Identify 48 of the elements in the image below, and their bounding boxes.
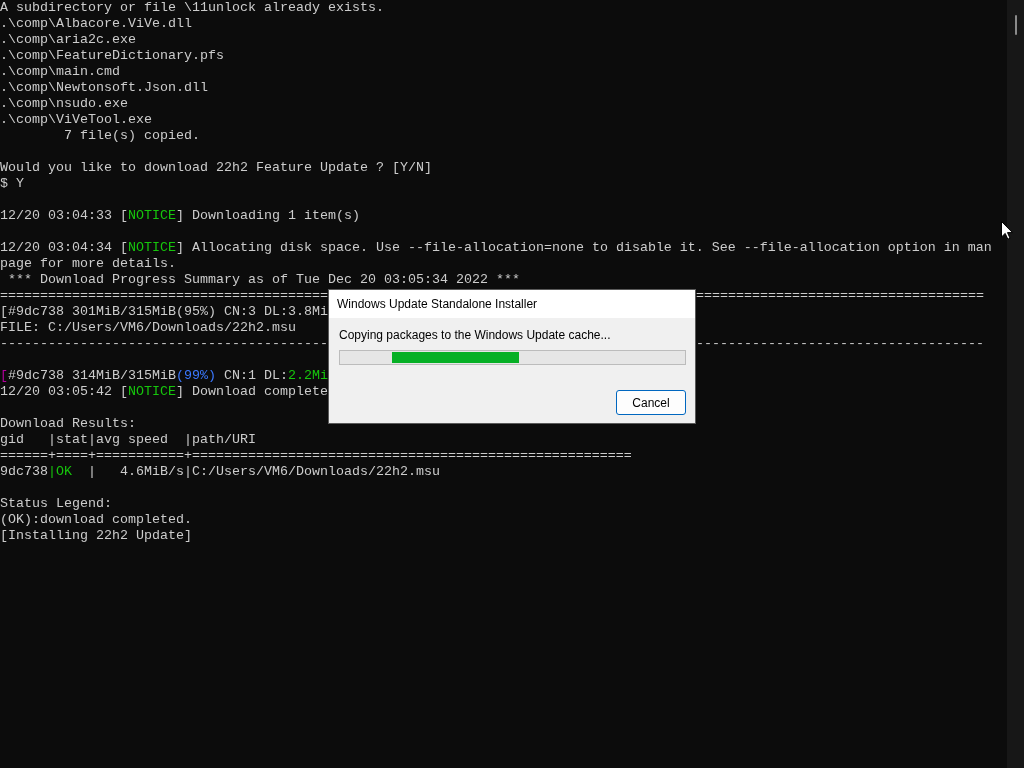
- console-text: NOTICE: [128, 240, 176, 255]
- console-text: [#9dc738 301MiB/315MiB(95%) CN:3 DL:3.8Mi: [0, 304, 328, 319]
- console-text: 9dc738: [0, 464, 48, 479]
- console-text: Would you like to download 22h2 Feature Update ? [Y/N]: [0, 160, 432, 175]
- console-text: 7 file(s) copied.: [63, 128, 200, 143]
- console-text: NOTICE: [128, 384, 176, 399]
- console-text: | 4.6MiB/s|C:/Users/VM6/Downloads/22h2.msu: [87, 464, 440, 479]
- status-message: Copying packages to the Windows Update cache...: [339, 328, 612, 342]
- dialog-title: Windows Update Standalone Installer: [337, 297, 538, 311]
- console-text: 12/20 03:04:33 [: [0, 208, 128, 223]
- console-text: ] Downloading 1 item(s): [176, 208, 360, 223]
- console-text: gid |stat|avg speed |path/URI: [0, 432, 256, 447]
- scrollbar[interactable]: [1007, 0, 1024, 768]
- console-text: ] Allocating disk space. Use --file-allocation=none to disable it. See --file-allocation option in man: [176, 240, 992, 255]
- scrollbar-thumb[interactable]: [1015, 15, 1017, 35]
- console-text: (OK):download completed.: [0, 512, 192, 527]
- console-text: -----------------------------------------: [0, 336, 328, 351]
- mouse-pointer-icon: [1001, 221, 1013, 240]
- console-text: .\comp\FeatureDictionary.pfs: [0, 48, 224, 63]
- console-text: |OK: [48, 464, 72, 479]
- console-text: *** Download Progress Summary as of Tue Dec 20 03:05:34 2022 ***: [7, 272, 520, 287]
- console-text: #9dc738 314MiB/315MiB: [8, 368, 176, 383]
- console-text: .\comp\nsudo.exe: [0, 96, 128, 111]
- console-text: .\comp\main.cmd: [0, 64, 120, 79]
- console-text: page for more details.: [0, 256, 176, 271]
- console-text: ] Download complete: [176, 384, 328, 399]
- console-text: =========================================: [0, 288, 328, 303]
- console-text: A subdirectory or file \11unlock already exists.: [0, 0, 384, 15]
- console-text: .\comp\Newtonsoft.Json.dll: [0, 80, 208, 95]
- cancel-button[interactable]: Cancel: [616, 390, 686, 415]
- console-text: Status Legend:: [0, 496, 112, 511]
- console-text: FILE: C:/Users/VM6/Downloads/22h2.msu: [0, 320, 296, 335]
- console-text: Download Results:: [0, 416, 136, 431]
- console-text: $ Y: [0, 176, 24, 191]
- console-text: .\comp\Albacore.ViVe.dll: [0, 16, 192, 31]
- console-text: (99%): [175, 368, 216, 383]
- console-text: ------------------------------------: [696, 336, 984, 352]
- console-text: [Installing 22h2 Update]: [0, 528, 192, 543]
- console-text: ======+====+===========+=======================================================: [0, 448, 632, 463]
- console-text: 12/20 03:04:34 [: [0, 240, 128, 255]
- console-text: CN:1 DL:: [222, 368, 288, 383]
- console-text: .\comp\ViVeTool.exe: [0, 112, 152, 127]
- console-text: 2.2Mi: [287, 368, 328, 383]
- console-text: [: [0, 368, 8, 383]
- console-text: .\comp\aria2c.exe: [0, 32, 136, 47]
- console-text: 12/20 03:05:42 [: [0, 384, 128, 399]
- console-text: ====================================: [696, 288, 984, 304]
- console-text: NOTICE: [128, 208, 176, 223]
